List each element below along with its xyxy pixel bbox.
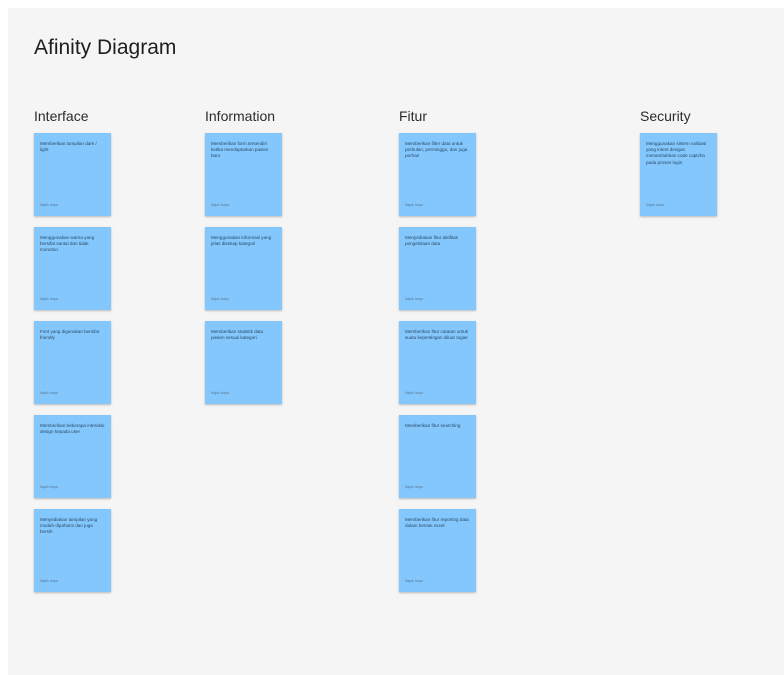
sticky-note-author: Najah Izaya [405,485,423,489]
sticky-note-author: Najah Izaya [40,391,58,395]
sticky-note[interactable]: Memberikan fitur reporting data dalam be… [399,509,476,592]
sticky-note[interactable]: Memberikan filter data untuk perbulan, p… [399,133,476,216]
sticky-note[interactable]: Memberikan statistik data pasien sesuai … [205,321,282,404]
sticky-note-text: Menggunakan informasi yang jelas disetia… [211,235,272,247]
sticky-note[interactable]: Menyediakan tampilan yang mudah dipahami… [34,509,111,592]
sticky-note-text: Memberikan beberapa interaksi design kep… [40,423,105,435]
sticky-note-author: Najah Izaya [405,579,423,583]
diagram-title: Afinity Diagram [34,36,177,59]
canvas-board: Afinity Diagram Interface Memberikan tamp… [8,8,784,675]
sticky-note-author: Najah Izaya [646,203,664,207]
column-heading-information: Information [205,108,276,124]
sticky-note-text: Memberikan fitur searching [405,423,461,428]
sticky-note-text: Memberikan statistik data pasien sesuai … [211,329,264,341]
sticky-note-author: Najah Izaya [40,203,58,207]
sticky-note-text: Memberikan filter data untuk perbulan, p… [405,141,468,159]
column-heading-fitur: Fitur [399,108,427,124]
sticky-note-text: Menyediakan tampilan yang mudah dipahami… [40,517,98,535]
sticky-note-author: Najah Izaya [40,297,58,301]
sticky-note-author: Najah Izaya [405,203,423,207]
sticky-note-author: Najah Izaya [405,297,423,301]
sticky-note-text: Memberikan fitur reporting data dalam be… [405,517,469,529]
sticky-note-text: Menggunakan sistem validasi yang intent … [646,141,707,165]
sticky-note-text: Memberikan form tersendiri ketika mendap… [211,141,269,159]
sticky-note-author: Najah Izaya [405,391,423,395]
sticky-note[interactable]: Menggunakan informasi yang jelas disetia… [205,227,282,310]
sticky-note-author: Najah Izaya [211,297,229,301]
sticky-note[interactable]: Menggunakan warna yang bersifat santai d… [34,227,111,310]
sticky-note[interactable]: Memberikan tampilan dark / light Najah Iz… [34,133,111,216]
sticky-note[interactable]: Memberikan fitur searching Najah Izaya [399,415,476,498]
sticky-note[interactable]: Memberikan form tersendiri ketika mendap… [205,133,282,216]
sticky-note-author: Najah Izaya [211,203,229,207]
sticky-note-author: Najah Izaya [40,579,58,583]
sticky-note[interactable]: Menyediakan fitur aktifitas pengelolaan … [399,227,476,310]
sticky-note-text: Menyediakan fitur aktifitas pengelolaan … [405,235,459,247]
column-heading-security: Security [640,108,691,124]
sticky-note-author: Najah Izaya [211,391,229,395]
sticky-note-text: Memberikan tampilan dark / light [40,141,97,153]
sticky-note[interactable]: Font yang digunakan bersifat friendly Naj… [34,321,111,404]
sticky-note[interactable]: Menggunakan sistem validasi yang intent … [640,133,717,216]
sticky-note-text: Menggunakan warna yang bersifat santai d… [40,235,95,253]
sticky-note[interactable]: Memberikan beberapa interaksi design kep… [34,415,111,498]
sticky-note-author: Najah Izaya [40,485,58,489]
sticky-note-text: Font yang digunakan bersifat friendly [40,329,100,341]
sticky-note[interactable]: Memberikan fitur catatan untuk suatu kep… [399,321,476,404]
sticky-note-text: Memberikan fitur catatan untuk suatu kep… [405,329,469,341]
column-heading-interface: Interface [34,108,89,124]
